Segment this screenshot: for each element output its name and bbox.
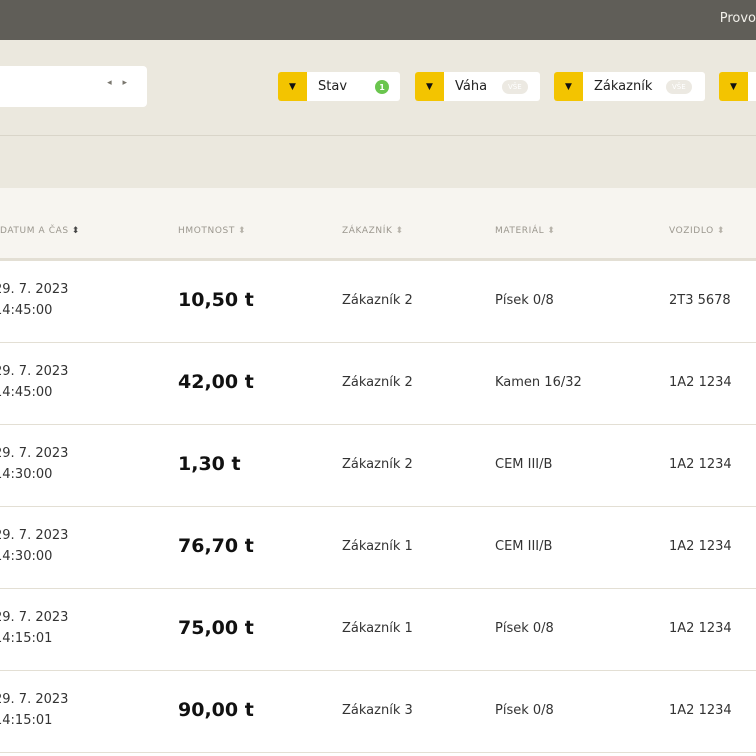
sort-icon[interactable]: ⬍ [238, 226, 246, 236]
table-row[interactable]: 29. 7. 2023 14:30:00 1,30 t Zákazník 2 CE… [0, 425, 756, 507]
sort-icon[interactable]: ⬍ [547, 226, 555, 236]
vehicle-cell: 2T3 5678 [669, 293, 731, 308]
time-text: 14:45:00 [0, 303, 53, 318]
filter-stav-label: Stav [318, 79, 348, 94]
filter-bar: ◂ ▸ ▼ Stav 1 ▼ Váha VŠE ▼ Zákazník VŠE ▼ [0, 40, 756, 136]
customer-cell: Zákazník 2 [342, 375, 413, 390]
top-bar: Provo [0, 0, 756, 40]
col-zakaznik-header[interactable]: ZÁKAZNÍK ⬍ [342, 226, 404, 236]
material-cell: Písek 0/8 [495, 293, 554, 308]
weight-cell: 90,00 t [178, 699, 254, 721]
datetime-cell: 29. 7. 2023 14:45:00 [0, 279, 68, 321]
table-row[interactable]: 29. 7. 2023 14:45:00 10,50 t Zákazník 2 P… [0, 261, 756, 343]
datetime-cell: 29. 7. 2023 14:30:00 [0, 525, 68, 567]
vehicle-cell: 1A2 1234 [669, 539, 732, 554]
filter-more[interactable]: ▼ [719, 72, 756, 101]
filter-vaha-label: Váha [455, 79, 488, 94]
weight-cell: 1,30 t [178, 453, 241, 475]
material-cell: Kamen 16/32 [495, 375, 582, 390]
col-datum-header[interactable]: DATUM A ČAS ⬍ [0, 226, 80, 236]
customer-cell: Zákazník 3 [342, 703, 413, 718]
customer-cell: Zákazník 2 [342, 457, 413, 472]
weight-cell: 42,00 t [178, 371, 254, 393]
date-text: 29. 7. 2023 [0, 282, 69, 297]
datetime-cell: 29. 7. 2023 14:45:00 [0, 361, 68, 403]
sort-icon[interactable]: ⬍ [717, 226, 725, 236]
datetime-cell: 29. 7. 2023 14:15:01 [0, 689, 68, 731]
col-hmotnost-header[interactable]: HMOTNOST ⬍ [178, 226, 246, 236]
vehicle-cell: 1A2 1234 [669, 621, 732, 636]
table-row[interactable]: 29. 7. 2023 14:15:01 75,00 t Zákazník 1 P… [0, 589, 756, 671]
customer-cell: Zákazník 1 [342, 621, 413, 636]
filter-zakaznik-label: Zákazník [594, 79, 653, 94]
weight-cell: 76,70 t [178, 535, 254, 557]
vehicle-cell: 1A2 1234 [669, 703, 732, 718]
table-row[interactable]: 29. 7. 2023 14:15:01 90,00 t Zákazník 3 P… [0, 671, 756, 753]
weight-cell: 10,50 t [178, 289, 254, 311]
table-body: 29. 7. 2023 14:45:00 10,50 t Zákazník 2 P… [0, 261, 756, 753]
operation-menu[interactable]: Provo [720, 11, 756, 26]
table-header: DATUM A ČAS ⬍ HMOTNOST ⬍ ZÁKAZNÍK ⬍ MATERIÁ… [0, 188, 756, 261]
material-cell: CEM III/B [495, 539, 553, 554]
customer-cell: Zákazník 2 [342, 293, 413, 308]
chevron-down-icon[interactable]: ▼ [278, 72, 307, 101]
customer-cell: Zákazník 1 [342, 539, 413, 554]
date-text: 29. 7. 2023 [0, 610, 69, 625]
sort-icon[interactable]: ⬍ [395, 226, 403, 236]
filter-vaha[interactable]: ▼ Váha VŠE [415, 72, 540, 101]
date-text: 29. 7. 2023 [0, 446, 69, 461]
filter-count-badge: 1 [375, 80, 389, 94]
filter-zakaznik[interactable]: ▼ Zákazník VŠE [554, 72, 705, 101]
sort-icon[interactable]: ⬍ [72, 226, 80, 236]
col-vozidlo-header[interactable]: VOZIDLO ⬍ [669, 226, 725, 236]
material-cell: CEM III/B [495, 457, 553, 472]
date-arrows-icon[interactable]: ◂ ▸ [107, 78, 131, 88]
time-text: 14:30:00 [0, 549, 53, 564]
chevron-down-icon[interactable]: ▼ [554, 72, 583, 101]
filter-all-badge: VŠE [666, 80, 692, 94]
material-cell: Písek 0/8 [495, 621, 554, 636]
table-row[interactable]: 29. 7. 2023 14:45:00 42,00 t Zákazník 2 K… [0, 343, 756, 425]
filter-all-badge: VŠE [502, 80, 528, 94]
time-text: 14:45:00 [0, 385, 53, 400]
chevron-down-icon[interactable]: ▼ [415, 72, 444, 101]
datetime-cell: 29. 7. 2023 14:15:01 [0, 607, 68, 649]
filter-stav[interactable]: ▼ Stav 1 [278, 72, 400, 101]
date-range-input[interactable]: ◂ ▸ [0, 66, 147, 107]
weight-cell: 75,00 t [178, 617, 254, 639]
table-row[interactable]: 29. 7. 2023 14:30:00 76,70 t Zákazník 1 C… [0, 507, 756, 589]
material-cell: Písek 0/8 [495, 703, 554, 718]
chevron-down-icon[interactable]: ▼ [719, 72, 748, 101]
vehicle-cell: 1A2 1234 [669, 375, 732, 390]
date-text: 29. 7. 2023 [0, 364, 69, 379]
col-material-header[interactable]: MATERIÁL ⬍ [495, 226, 555, 236]
date-text: 29. 7. 2023 [0, 528, 69, 543]
time-text: 14:15:01 [0, 713, 53, 728]
datetime-cell: 29. 7. 2023 14:30:00 [0, 443, 68, 485]
toolbar-band [0, 136, 756, 188]
time-text: 14:30:00 [0, 467, 53, 482]
date-text: 29. 7. 2023 [0, 692, 69, 707]
vehicle-cell: 1A2 1234 [669, 457, 732, 472]
time-text: 14:15:01 [0, 631, 53, 646]
